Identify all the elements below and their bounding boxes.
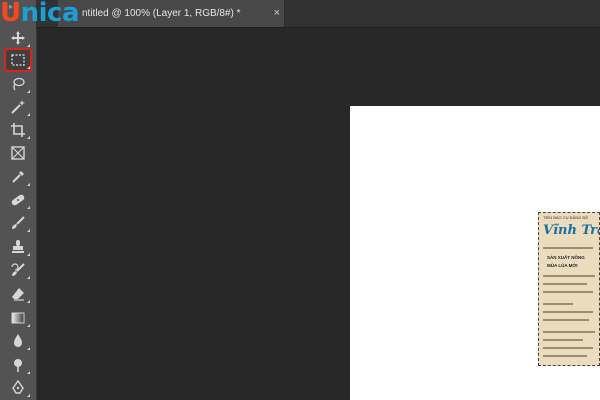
gradient-icon bbox=[11, 312, 25, 324]
eraser-tool[interactable] bbox=[6, 284, 30, 304]
eyedropper-icon bbox=[12, 171, 24, 183]
bandage-icon bbox=[11, 194, 25, 206]
document-tab-title: ntitled @ 100% (Layer 1, RGB/8#) * bbox=[82, 8, 241, 19]
pen-tool[interactable] bbox=[6, 378, 30, 398]
newspaper-text-line bbox=[543, 331, 595, 333]
pen-icon bbox=[12, 380, 24, 394]
logo-letter-u: U bbox=[0, 0, 21, 28]
brush-icon bbox=[12, 216, 25, 229]
lasso-tool[interactable] bbox=[6, 74, 30, 94]
crop-tool[interactable] bbox=[6, 120, 30, 140]
newspaper-text-line bbox=[543, 311, 593, 313]
history-brush-icon bbox=[11, 263, 25, 276]
blur-tool[interactable] bbox=[6, 331, 30, 351]
eraser-icon bbox=[12, 288, 24, 301]
unica-logo: Unica bbox=[0, 0, 80, 28]
blur-icon bbox=[14, 334, 22, 347]
newspaper-text-line bbox=[543, 283, 587, 285]
document-canvas[interactable]: TIẾN BÁO CỤ ĐẢNG BỘ Vĩnh Trà SẢN XUẤT NÔ… bbox=[350, 106, 600, 400]
newspaper-masthead: Vĩnh Trà bbox=[543, 223, 600, 238]
newspaper-text-line bbox=[543, 347, 593, 349]
newspaper-text-line bbox=[543, 339, 583, 341]
newspaper-text-line bbox=[543, 303, 573, 305]
move-tool[interactable] bbox=[6, 28, 30, 48]
move-icon bbox=[11, 31, 25, 45]
document-tab[interactable]: ntitled @ 100% (Layer 1, RGB/8#) * × bbox=[58, 0, 285, 27]
newspaper-headline-1: SẢN XUẤT NÔNG bbox=[547, 255, 585, 260]
newspaper-text-line bbox=[543, 355, 587, 357]
history-brush-tool[interactable] bbox=[6, 260, 30, 280]
document-tab-bar: ntitled @ 100% (Layer 1, RGB/8#) * × bbox=[36, 0, 600, 28]
marquee-icon bbox=[11, 54, 25, 66]
newspaper-top-text: TIẾN BÁO CỤ ĐẢNG BỘ bbox=[543, 215, 589, 220]
crop-icon bbox=[11, 123, 25, 137]
newspaper-headline-2: MÙA LÚA MỚI bbox=[547, 263, 578, 268]
newspaper-rule bbox=[543, 247, 593, 249]
frame-icon bbox=[11, 146, 25, 160]
logo-letters-nica: nica bbox=[20, 0, 80, 28]
newspaper-text-line bbox=[543, 319, 589, 321]
close-icon[interactable]: × bbox=[274, 0, 280, 27]
tools-panel: ▸▸ bbox=[0, 0, 37, 400]
stamp-icon bbox=[12, 240, 24, 253]
rectangular-marquee-tool[interactable] bbox=[4, 48, 32, 72]
newspaper-image-selection[interactable]: TIẾN BÁO CỤ ĐẢNG BỘ Vĩnh Trà SẢN XUẤT NÔ… bbox=[538, 212, 600, 366]
brush-tool[interactable] bbox=[6, 213, 30, 233]
newspaper-text-line bbox=[543, 275, 595, 277]
clone-stamp-tool[interactable] bbox=[6, 237, 30, 257]
newspaper-text-line bbox=[543, 291, 593, 293]
lasso-icon bbox=[13, 77, 25, 91]
gradient-tool[interactable] bbox=[6, 308, 30, 328]
frame-tool[interactable] bbox=[6, 143, 30, 163]
magic-wand-icon bbox=[11, 100, 25, 114]
healing-brush-tool[interactable] bbox=[6, 190, 30, 210]
dodge-icon bbox=[14, 359, 22, 372]
dodge-tool[interactable] bbox=[6, 355, 30, 375]
magic-wand-tool[interactable] bbox=[6, 97, 30, 117]
eyedropper-tool[interactable] bbox=[6, 167, 30, 187]
